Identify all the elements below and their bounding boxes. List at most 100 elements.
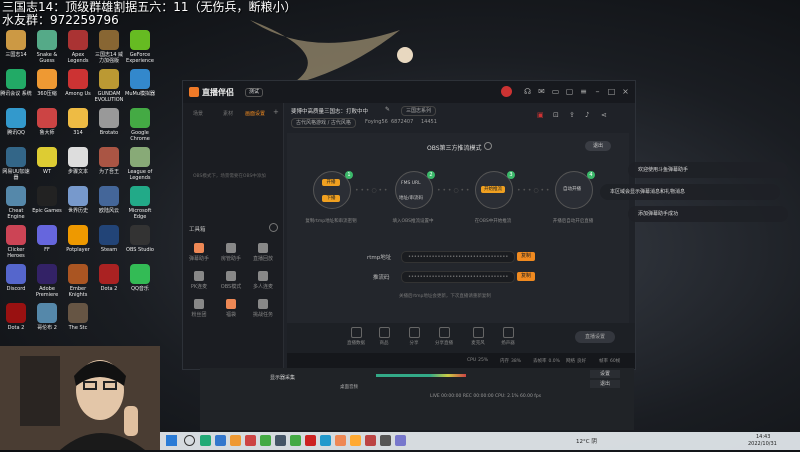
desktop-icon[interactable]: 步骤文本 bbox=[62, 147, 94, 175]
desktop-icon[interactable]: Brotato bbox=[93, 108, 125, 136]
close-icon[interactable]: × bbox=[621, 87, 630, 96]
exit-obs-button[interactable]: 退出 bbox=[585, 141, 611, 151]
desktop-icon[interactable]: Clicker Heroes bbox=[0, 225, 32, 259]
desktop-icon[interactable]: Dota 2 bbox=[93, 264, 125, 292]
desktop-icon[interactable]: Steam bbox=[93, 225, 125, 253]
desktop-icon[interactable]: GUNDAM EVOLUTION bbox=[93, 69, 125, 103]
user-avatar[interactable] bbox=[501, 86, 512, 97]
desktop-icon[interactable]: Among Us bbox=[62, 69, 94, 97]
desktop-icon[interactable]: WT bbox=[31, 147, 63, 175]
desktop-icon[interactable]: OBS Studio bbox=[124, 225, 156, 253]
taskbar-app-icon[interactable] bbox=[305, 435, 316, 446]
bell-icon[interactable]: ♪ bbox=[585, 111, 589, 119]
minimize-icon[interactable]: – bbox=[593, 87, 602, 96]
taskbar-app-icon[interactable] bbox=[365, 435, 376, 446]
message-icon[interactable]: ✉ bbox=[537, 87, 546, 96]
desktop-icon[interactable]: Potplayer bbox=[62, 225, 94, 253]
maximize-icon[interactable]: □ bbox=[607, 87, 616, 96]
step-3-push-button[interactable]: 开始推流 bbox=[481, 186, 505, 193]
tab-picture[interactable]: 画面设置 bbox=[245, 110, 265, 117]
desktop-icon[interactable]: 网易UU加速器 bbox=[0, 147, 32, 181]
edit-title-icon[interactable]: ✎ bbox=[385, 106, 390, 113]
taskbar-app-icon[interactable] bbox=[395, 435, 406, 446]
screen-icon[interactable]: ▭ bbox=[551, 87, 560, 96]
add-icon[interactable]: + bbox=[273, 108, 279, 116]
room-category[interactable]: 三国志系列 bbox=[401, 106, 437, 116]
taskbar-app-icon[interactable] bbox=[260, 435, 271, 446]
gift-icon[interactable]: ▣ bbox=[537, 111, 544, 119]
desktop-icon[interactable]: Dota 2 bbox=[0, 303, 32, 331]
taskbar-app-icon[interactable] bbox=[275, 435, 286, 446]
tool-item[interactable]: 挑战任务 bbox=[249, 299, 277, 318]
export-icon[interactable]: ⇪ bbox=[569, 111, 575, 119]
tool-item[interactable]: 房管助手 bbox=[217, 243, 245, 262]
desktop-icon[interactable]: Microsoft Edge bbox=[124, 186, 156, 220]
desktop-icon[interactable]: Snake & Guess bbox=[31, 30, 63, 64]
menu-icon[interactable]: ≡ bbox=[579, 87, 588, 96]
desktop-icon[interactable]: Cheat Engine bbox=[0, 186, 32, 220]
settings-circle-icon[interactable] bbox=[269, 223, 278, 232]
desktop-icon[interactable]: 欧陆风云 bbox=[93, 186, 125, 214]
tool-item[interactable]: 弹幕助手 bbox=[185, 243, 213, 262]
taskbar-app-icon[interactable] bbox=[245, 435, 256, 446]
bottom-tool[interactable]: 商品 bbox=[371, 327, 397, 346]
obs-exit-button[interactable]: 退出 bbox=[590, 380, 620, 388]
window-icon[interactable]: ▢ bbox=[565, 87, 574, 96]
taskbar-app-icon[interactable] bbox=[350, 435, 361, 446]
desktop-icon[interactable]: 三国志14 bbox=[0, 30, 32, 58]
desktop-icon[interactable]: QQ音乐 bbox=[124, 264, 156, 292]
bottom-tool[interactable]: 分享直播 bbox=[431, 327, 457, 346]
desktop-icon[interactable]: League of Legends bbox=[124, 147, 156, 181]
weather[interactable]: 12°C 阴 bbox=[576, 437, 597, 445]
desktop-icon[interactable]: 314 bbox=[62, 108, 94, 136]
desktop-icon[interactable]: MuMu模拟器 bbox=[124, 69, 156, 97]
taskbar-app-icon[interactable] bbox=[335, 435, 346, 446]
taskbar-app-icon[interactable] bbox=[230, 435, 241, 446]
desktop-icon[interactable]: 鲁大师 bbox=[31, 108, 63, 136]
tab-material[interactable]: 素材 bbox=[223, 110, 233, 117]
desktop-icon[interactable]: Adobe Premiere bbox=[31, 264, 63, 298]
tab-scene[interactable]: 场景 bbox=[193, 110, 203, 117]
desktop-icon[interactable]: 为了吾王 bbox=[93, 147, 125, 175]
step-1-start-button[interactable]: 开播 bbox=[322, 179, 340, 186]
desktop-icon[interactable]: 哥伦布 2 bbox=[31, 303, 63, 331]
desktop-icon[interactable]: Apex Legends bbox=[62, 30, 94, 64]
stream-key-field[interactable]: •••••••••••••••••••••••••••••••••• bbox=[401, 271, 515, 283]
obs-source-row-2[interactable]: 桌面音频 bbox=[340, 384, 358, 390]
desktop-icon[interactable]: The Stc bbox=[62, 303, 94, 331]
tool-item[interactable]: 粉丝团 bbox=[185, 299, 213, 318]
tool-item[interactable]: 多人连麦 bbox=[249, 271, 277, 290]
room-tag[interactable]: 古代风格游戏 / 古代风格 bbox=[291, 118, 356, 128]
bottom-tool[interactable]: 直播数据 bbox=[343, 327, 369, 346]
headset-icon[interactable]: ☊ bbox=[523, 87, 532, 96]
tool-item[interactable]: 直播回放 bbox=[249, 243, 277, 262]
desktop-icon[interactable]: Ember Knights bbox=[62, 264, 94, 298]
tool-item[interactable]: OBS模式 bbox=[217, 271, 245, 290]
tool-item[interactable]: PK连麦 bbox=[185, 271, 213, 290]
desktop-icon[interactable]: 腾讯会议 系统 bbox=[0, 69, 32, 97]
desktop-icon[interactable]: 360压缩 bbox=[31, 69, 63, 97]
copy-key-button[interactable]: 复制 bbox=[517, 272, 535, 281]
share-icon[interactable]: ⋖ bbox=[601, 111, 607, 119]
obs-source-row-1[interactable]: 显示器采集 bbox=[270, 374, 295, 381]
bottom-tool[interactable]: 分享 bbox=[401, 327, 427, 346]
obs-settings-button[interactable]: 设置 bbox=[590, 370, 620, 378]
step-1-stop-button[interactable]: 下播 bbox=[322, 195, 340, 202]
desktop-icon[interactable]: 三国志14 威力加强版 bbox=[93, 30, 125, 64]
desktop-icon[interactable]: 腾讯QQ bbox=[0, 108, 32, 136]
bottom-tool[interactable]: 麦克风 bbox=[465, 327, 491, 346]
tool-item[interactable]: 福袋 bbox=[217, 299, 245, 318]
help-icon[interactable] bbox=[484, 142, 492, 150]
desktop-icon[interactable]: Google Chrome bbox=[124, 108, 156, 142]
desktop-icon[interactable]: Discord bbox=[0, 264, 32, 292]
copy-rtmp-button[interactable]: 复制 bbox=[517, 252, 535, 261]
taskbar-app-icon[interactable] bbox=[320, 435, 331, 446]
clock-date[interactable]: 2022/10/31 bbox=[748, 441, 777, 447]
start-icon[interactable] bbox=[166, 435, 177, 446]
rtmp-field[interactable]: •••••••••••••••••••••••••••••••••• bbox=[401, 251, 515, 263]
search-icon[interactable] bbox=[184, 435, 195, 446]
taskbar-app-icon[interactable] bbox=[215, 435, 226, 446]
taskbar-app-icon[interactable] bbox=[200, 435, 211, 446]
live-settings-button[interactable]: 直播设置 bbox=[575, 331, 615, 343]
desktop-icon[interactable]: 世界历史 bbox=[62, 186, 94, 214]
